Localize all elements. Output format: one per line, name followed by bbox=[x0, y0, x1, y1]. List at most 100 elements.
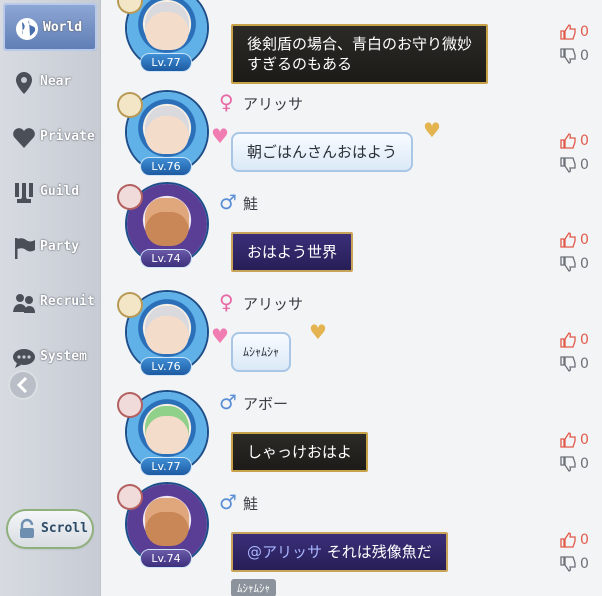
like-count: 0 bbox=[580, 432, 589, 448]
scroll-lock-button[interactable]: Scroll bbox=[8, 511, 92, 547]
level-badge: Lv.74 bbox=[141, 550, 191, 567]
dislike-button[interactable]: 0 bbox=[559, 554, 599, 574]
message-text: 後剣盾の場合、青白のお守り微妙 すぎるのもある bbox=[247, 35, 473, 73]
channel-label: Party bbox=[40, 239, 80, 254]
globe-icon bbox=[16, 18, 38, 40]
channel-label: Guild bbox=[40, 184, 80, 199]
thumbs-down-icon bbox=[560, 356, 576, 372]
channel-sidebar: World Near Private Guild Party Recruit S… bbox=[0, 0, 100, 596]
channel-private-tab[interactable]: Private bbox=[0, 112, 100, 162]
dislike-count: 0 bbox=[580, 456, 589, 472]
dislike-button[interactable]: 0 bbox=[559, 354, 599, 374]
thumbs-down-icon bbox=[560, 48, 576, 64]
gender-female-icon: ♀ bbox=[219, 90, 234, 114]
gold-heart-icon: ♥ bbox=[423, 118, 441, 142]
chevron-left-icon bbox=[16, 376, 28, 394]
gold-heart-icon: ♥ bbox=[309, 320, 327, 344]
message-bubble[interactable]: しゃっけおはよ bbox=[231, 432, 369, 472]
player-avatar[interactable]: Lv.76 bbox=[119, 92, 211, 180]
heart-icon bbox=[13, 128, 35, 148]
dislike-count: 0 bbox=[580, 356, 589, 372]
collapse-sidebar-button[interactable] bbox=[8, 370, 38, 400]
location-pin-icon bbox=[16, 72, 32, 94]
medal-icon bbox=[119, 94, 141, 116]
like-button[interactable]: 0 bbox=[559, 131, 599, 151]
thumbs-down-icon bbox=[560, 256, 576, 272]
level-badge: Lv.76 bbox=[141, 358, 191, 375]
like-button[interactable]: 0 bbox=[559, 530, 599, 550]
like-count: 0 bbox=[580, 532, 589, 548]
dislike-button[interactable]: 0 bbox=[559, 454, 599, 474]
level-badge: Lv.74 bbox=[141, 250, 191, 267]
dislike-button[interactable]: 0 bbox=[559, 46, 599, 66]
like-count: 0 bbox=[580, 232, 589, 248]
channel-world-tab[interactable]: World bbox=[3, 3, 97, 51]
message-bubble[interactable]: 朝ごはんさんおはよう bbox=[231, 132, 414, 172]
channel-recruit-tab[interactable]: Recruit bbox=[0, 277, 100, 327]
gender-male-icon: ♂ bbox=[219, 490, 237, 514]
channel-party-tab[interactable]: Party bbox=[0, 222, 100, 272]
medal-icon bbox=[119, 294, 141, 316]
channel-label: System bbox=[40, 349, 87, 364]
avatar-portrait bbox=[145, 2, 189, 50]
message-text: しゃっけおはよ bbox=[247, 443, 353, 461]
dislike-count: 0 bbox=[580, 556, 589, 572]
like-button[interactable]: 0 bbox=[559, 230, 599, 250]
like-button[interactable]: 0 bbox=[559, 330, 599, 350]
lock-icon bbox=[20, 518, 34, 538]
gender-male-icon: ♂ bbox=[219, 190, 237, 214]
medal-icon bbox=[119, 186, 141, 208]
like-button[interactable]: 0 bbox=[559, 22, 599, 42]
player-avatar[interactable]: Lv.74 bbox=[119, 484, 211, 572]
dislike-count: 0 bbox=[580, 157, 589, 173]
player-name[interactable]: アリッサ bbox=[243, 93, 303, 114]
avatar-portrait bbox=[145, 106, 189, 154]
message-bubble[interactable]: @アリッサ それは残像魚だ bbox=[231, 532, 448, 572]
avatar-portrait bbox=[145, 406, 189, 454]
player-avatar[interactable]: Lv.77 bbox=[119, 0, 211, 76]
player-name[interactable]: 鮭 bbox=[243, 493, 258, 514]
message-text: 朝ごはんさんおはよう bbox=[247, 143, 398, 161]
level-badge: Lv.77 bbox=[141, 458, 191, 475]
player-name[interactable]: 鮭 bbox=[243, 193, 258, 214]
thumbs-up-icon bbox=[560, 532, 576, 548]
channel-guild-tab[interactable]: Guild bbox=[0, 167, 100, 217]
like-count: 0 bbox=[580, 24, 589, 40]
message-text: おはよう世界 bbox=[247, 243, 338, 261]
player-avatar[interactable]: Lv.76 bbox=[119, 292, 211, 380]
avatar-portrait bbox=[145, 198, 189, 246]
message-bubble[interactable]: ﾑｼｬﾑｼｬ bbox=[231, 332, 292, 372]
message-bubble[interactable]: おはよう世界 bbox=[231, 232, 354, 272]
player-avatar[interactable]: Lv.77 bbox=[119, 392, 211, 480]
flag-icon bbox=[15, 238, 35, 259]
channel-label: Near bbox=[40, 74, 72, 89]
channel-label: World bbox=[43, 20, 83, 35]
channel-label: Recruit bbox=[40, 294, 95, 309]
dislike-button[interactable]: 0 bbox=[559, 254, 599, 274]
avatar-portrait bbox=[145, 498, 189, 546]
guild-emblem-icon bbox=[15, 183, 33, 203]
player-name[interactable]: アボー bbox=[243, 393, 288, 414]
thumbs-up-icon bbox=[560, 332, 576, 348]
like-count: 0 bbox=[580, 133, 589, 149]
level-badge: Lv.76 bbox=[141, 158, 191, 175]
channel-near-tab[interactable]: Near bbox=[0, 57, 100, 107]
scroll-label: Scroll bbox=[41, 521, 88, 536]
mention-text[interactable]: @アリッサ bbox=[247, 543, 322, 561]
dislike-button[interactable]: 0 bbox=[559, 155, 599, 175]
message-text: それは残像魚だ bbox=[326, 543, 432, 561]
message-bubble[interactable]: 後剣盾の場合、青白のお守り微妙 すぎるのもある bbox=[231, 24, 489, 84]
next-message-preview: ﾑｼｬﾑｼｬ bbox=[231, 579, 276, 596]
thumbs-down-icon bbox=[560, 157, 576, 173]
player-name[interactable]: アリッサ bbox=[243, 293, 303, 314]
thumbs-down-icon bbox=[560, 556, 576, 572]
player-avatar[interactable]: Lv.74 bbox=[119, 184, 211, 272]
level-badge: Lv.77 bbox=[141, 54, 191, 71]
avatar-portrait bbox=[145, 306, 189, 354]
gender-female-icon: ♀ bbox=[219, 290, 234, 314]
chat-message-list[interactable]: Lv.77 後剣盾の場合、青白のお守り微妙 すぎるのもある 0 0 Lv.76 … bbox=[100, 0, 602, 596]
heart-icon: ♥ bbox=[211, 124, 229, 148]
thumbs-down-icon bbox=[560, 456, 576, 472]
like-button[interactable]: 0 bbox=[559, 430, 599, 450]
medal-icon bbox=[119, 486, 141, 508]
